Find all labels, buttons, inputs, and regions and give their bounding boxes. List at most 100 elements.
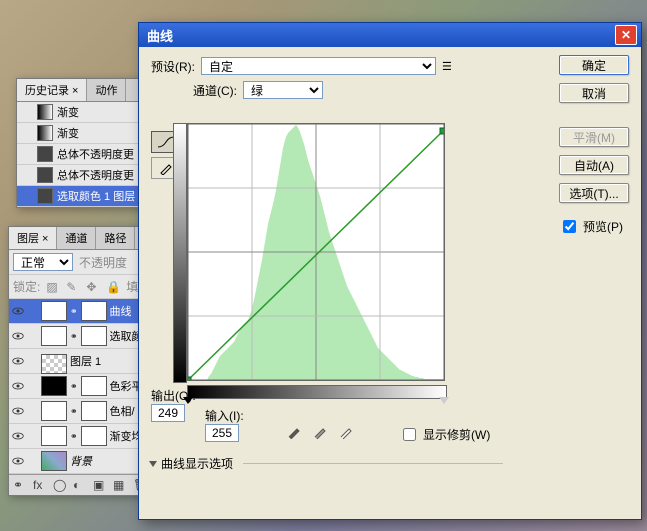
output-gradient [173, 123, 187, 383]
history-item-label: 总体不透明度更 [57, 146, 134, 162]
layer-mask-thumb [81, 426, 107, 446]
tab-paths[interactable]: 路径 [96, 227, 135, 249]
gray-point-eyedropper-icon[interactable] [313, 423, 329, 439]
preview-label: 预览(P) [583, 218, 623, 235]
options-button[interactable]: 选项(T)... [559, 183, 629, 203]
history-panel: 历史记录 × 动作 渐变渐变总体不透明度更总体不透明度更选取颜色 1 图层 [16, 78, 158, 208]
visibility-eye-icon[interactable] [11, 329, 25, 343]
ok-button[interactable]: 确定 [559, 55, 629, 75]
link-icon: ⚭ [70, 331, 78, 342]
layer-thumb [41, 426, 67, 446]
layer-thumb [41, 451, 67, 471]
adjustment-icon[interactable]: ◐ [73, 478, 87, 492]
layer-thumb [41, 301, 67, 321]
visibility-eye-icon[interactable] [11, 304, 25, 318]
layer-thumb [41, 376, 67, 396]
input-field[interactable] [205, 424, 239, 442]
layer-thumb [41, 326, 67, 346]
layer-name: 背景 [70, 453, 92, 469]
lock-transparent-icon[interactable]: ▨ [46, 280, 60, 294]
layer-thumb [41, 354, 67, 374]
channel-select[interactable]: 绿 [243, 81, 323, 99]
visibility-eye-icon[interactable] [11, 429, 25, 443]
white-point-eyedropper-icon[interactable] [339, 423, 355, 439]
visibility-eye-icon[interactable] [11, 404, 25, 418]
curves-dialog: 曲线 ✕ 预设(R): 自定 ☰ 通道(C): 绿 输出(O): [138, 22, 642, 520]
layer-mask-thumb [81, 401, 107, 421]
blend-mode-select[interactable]: 正常 [13, 253, 73, 271]
history-item[interactable]: 总体不透明度更 [17, 144, 157, 165]
layer-name: 色相/ [110, 403, 135, 419]
layer-mask-thumb [81, 301, 107, 321]
curves-titlebar[interactable]: 曲线 ✕ [139, 23, 641, 47]
lock-move-icon[interactable]: ✥ [86, 280, 100, 294]
history-item-label: 渐变 [57, 125, 79, 141]
visibility-eye-icon[interactable] [11, 454, 25, 468]
link-icon: ⚭ [70, 381, 78, 392]
disclosure-triangle-icon [149, 461, 157, 471]
link-icon: ⚭ [70, 406, 78, 417]
output-field[interactable] [151, 404, 185, 422]
new-layer-icon[interactable]: ▦ [113, 478, 127, 492]
lock-all-icon[interactable]: 🔒 [106, 280, 120, 294]
show-clipping-group: 显示修剪(W) [399, 425, 490, 444]
cancel-button[interactable]: 取消 [559, 83, 629, 103]
input-gradient [187, 385, 447, 399]
curve-display-options[interactable]: 曲线显示选项 [149, 455, 503, 472]
preset-label: 预设(R): [151, 58, 195, 75]
black-point-eyedropper-icon[interactable] [287, 423, 303, 439]
history-item-label: 总体不透明度更 [57, 167, 134, 183]
eyedropper-group [287, 423, 355, 439]
history-item-icon [37, 125, 53, 141]
show-clipping-label: 显示修剪(W) [423, 426, 490, 443]
preset-menu-icon[interactable]: ☰ [442, 60, 452, 73]
history-list: 渐变渐变总体不透明度更总体不透明度更选取颜色 1 图层 [17, 102, 157, 207]
lock-paint-icon[interactable]: ✎ [66, 280, 80, 294]
smooth-button: 平滑(M) [559, 127, 629, 147]
close-icon[interactable]: ✕ [615, 25, 637, 45]
layer-thumb [41, 401, 67, 421]
tab-layers[interactable]: 图层 × [9, 227, 57, 249]
fx-icon[interactable]: fx [33, 478, 47, 492]
preview-checkbox[interactable] [563, 220, 576, 233]
history-item[interactable]: 渐变 [17, 102, 157, 123]
output-group: 输出(O): [151, 387, 196, 422]
curve-options-label: 曲线显示选项 [161, 455, 233, 472]
channel-label: 通道(C): [193, 82, 237, 99]
visibility-eye-icon[interactable] [11, 354, 25, 368]
preset-select[interactable]: 自定 [201, 57, 436, 75]
mask-icon[interactable]: ◯ [53, 478, 67, 492]
link-layers-icon[interactable]: ⚭ [13, 478, 27, 492]
output-label: 输出(O): [151, 387, 196, 404]
curve-grid[interactable] [187, 123, 445, 381]
layer-name: 曲线 [110, 303, 132, 319]
history-tabs: 历史记录 × 动作 [17, 79, 157, 102]
dialog-title: 曲线 [147, 26, 615, 45]
link-icon: ⚭ [70, 431, 78, 442]
layer-name: 图层 1 [70, 353, 101, 369]
history-item[interactable]: 选取颜色 1 图层 [17, 186, 157, 207]
tab-channels[interactable]: 通道 [57, 227, 96, 249]
white-slider[interactable] [439, 397, 449, 409]
tab-actions[interactable]: 动作 [87, 79, 126, 101]
input-label: 输入(I): [205, 407, 244, 424]
history-item-label: 选取颜色 1 图层 [57, 188, 135, 204]
auto-button[interactable]: 自动(A) [559, 155, 629, 175]
layer-mask-thumb [81, 376, 107, 396]
history-item-label: 渐变 [57, 104, 79, 120]
link-icon: ⚭ [70, 306, 78, 317]
lock-label: 锁定: [13, 278, 40, 295]
history-item-icon [37, 146, 53, 162]
show-clipping-checkbox[interactable] [403, 428, 416, 441]
visibility-eye-icon[interactable] [11, 379, 25, 393]
layer-mask-thumb [81, 326, 107, 346]
history-item-icon [37, 104, 53, 120]
history-item[interactable]: 总体不透明度更 [17, 165, 157, 186]
history-item[interactable]: 渐变 [17, 123, 157, 144]
history-item-icon [37, 188, 53, 204]
opacity-label: 不透明度 [79, 254, 127, 271]
group-icon[interactable]: ▣ [93, 478, 107, 492]
history-item-icon [37, 167, 53, 183]
input-group: 输入(I): [205, 407, 244, 442]
tab-history[interactable]: 历史记录 × [17, 79, 87, 101]
